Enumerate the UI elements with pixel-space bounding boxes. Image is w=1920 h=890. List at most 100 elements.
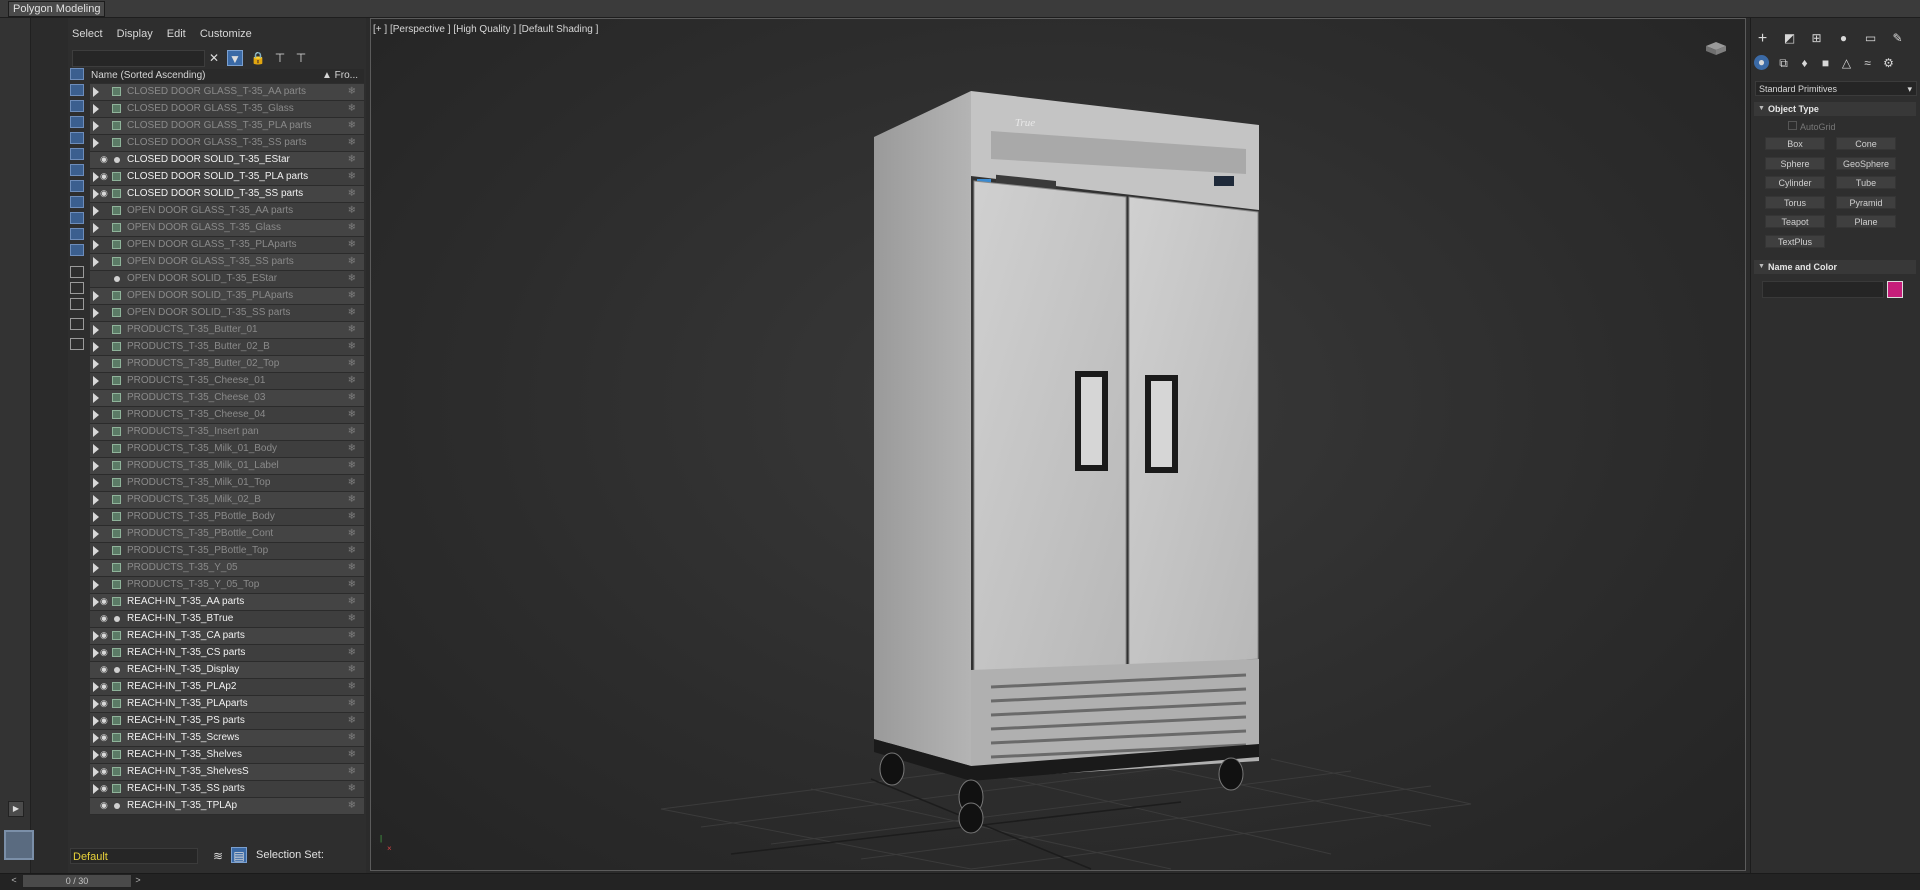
explorer-row[interactable]: ◉ REACH-IN_T-35_Screws ❄ <box>90 730 364 747</box>
expand-arrow-icon[interactable] <box>93 121 99 131</box>
explorer-row[interactable]: ◉ REACH-IN_T-35_BTrue ❄ <box>90 611 364 628</box>
explorer-row[interactable]: PRODUCTS_T-35_PBottle_Body ❄ <box>90 509 364 526</box>
scene-explorer-toggle-icon[interactable]: ▤ <box>231 847 247 863</box>
explorer-row[interactable]: ◉ REACH-IN_T-35_CA parts ❄ <box>90 628 364 645</box>
freeze-icon[interactable]: ❄ <box>348 307 356 318</box>
explorer-row[interactable]: PRODUCTS_T-35_Cheese_04 ❄ <box>90 407 364 424</box>
modify-tab-icon[interactable]: ◩ <box>1781 30 1798 47</box>
create-tab-icon[interactable]: + <box>1754 30 1771 47</box>
expand-arrow-icon[interactable] <box>93 784 99 794</box>
freeze-icon[interactable]: ❄ <box>348 528 356 539</box>
freeze-icon[interactable]: ❄ <box>348 154 356 165</box>
display-all-icon[interactable] <box>70 266 84 278</box>
explorer-row[interactable]: PRODUCTS_T-35_Insert pan ❄ <box>90 424 364 441</box>
object-name-input[interactable] <box>1762 281 1884 298</box>
viewcube-icon[interactable] <box>1704 40 1728 56</box>
plane-button[interactable]: Plane <box>1836 215 1896 228</box>
freeze-icon[interactable]: ❄ <box>348 579 356 590</box>
freeze-icon[interactable]: ❄ <box>348 732 356 743</box>
box-button[interactable]: Box <box>1765 137 1825 150</box>
expand-arrow-icon[interactable] <box>93 512 99 522</box>
visibility-eye-icon[interactable]: ◉ <box>100 172 110 181</box>
freeze-icon[interactable]: ❄ <box>348 749 356 760</box>
explorer-row[interactable]: PRODUCTS_T-35_Cheese_03 ❄ <box>90 390 364 407</box>
freeze-icon[interactable]: ❄ <box>348 630 356 641</box>
expand-arrow-icon[interactable] <box>93 716 99 726</box>
expand-arrow-icon[interactable] <box>93 87 99 97</box>
textplus-button[interactable]: TextPlus <box>1765 235 1825 248</box>
explorer-row[interactable]: PRODUCTS_T-35_Milk_01_Label ❄ <box>90 458 364 475</box>
systems-category-icon[interactable]: ⚙ <box>1880 55 1897 72</box>
freeze-icon[interactable]: ❄ <box>348 443 356 454</box>
explorer-row[interactable]: CLOSED DOOR GLASS_T-35_SS parts ❄ <box>90 135 364 152</box>
expand-arrow-icon[interactable] <box>93 495 99 505</box>
teapot-button[interactable]: Teapot <box>1765 215 1825 228</box>
freeze-icon[interactable]: ❄ <box>348 715 356 726</box>
expand-arrow-icon[interactable] <box>93 597 99 607</box>
utilities-tab-icon[interactable]: ✎ <box>1889 30 1906 47</box>
explorer-row[interactable]: PRODUCTS_T-35_Milk_01_Body ❄ <box>90 441 364 458</box>
freeze-icon[interactable]: ❄ <box>348 494 356 505</box>
cone-button[interactable]: Cone <box>1836 137 1896 150</box>
expand-arrow-icon[interactable] <box>93 767 99 777</box>
expand-arrow-icon[interactable] <box>93 648 99 658</box>
hierarchy-tab-icon[interactable]: ⊞ <box>1808 30 1825 47</box>
freeze-icon[interactable]: ❄ <box>348 596 356 607</box>
light-filter-icon[interactable] <box>70 100 84 112</box>
freeze-icon[interactable]: ❄ <box>348 613 356 624</box>
freeze-icon[interactable]: ❄ <box>348 545 356 556</box>
visibility-eye-icon[interactable]: ◉ <box>100 682 110 691</box>
expand-arrow-icon[interactable] <box>93 308 99 318</box>
freeze-icon[interactable]: ❄ <box>348 562 356 573</box>
explorer-row[interactable]: ◉ REACH-IN_T-35_ShelvesS ❄ <box>90 764 364 781</box>
viewport-label-menu[interactable]: [+ ] [Perspective ] [High Quality ] [Def… <box>373 24 598 35</box>
filter-icon[interactable]: ▼ <box>227 50 243 66</box>
freeze-icon[interactable]: ❄ <box>348 103 356 114</box>
explorer-row[interactable]: CLOSED DOOR GLASS_T-35_AA parts ❄ <box>90 84 364 101</box>
freeze-icon[interactable]: ❄ <box>348 290 356 301</box>
shapes-category-icon[interactable]: ⧉ <box>1775 55 1792 72</box>
expand-arrow-icon[interactable] <box>93 546 99 556</box>
pyramid-button[interactable]: Pyramid <box>1836 196 1896 209</box>
expand-arrow-icon[interactable] <box>93 189 99 199</box>
explorer-row[interactable]: OPEN DOOR GLASS_T-35_PLAparts ❄ <box>90 237 364 254</box>
visibility-eye-icon[interactable]: ◉ <box>100 648 110 657</box>
freeze-icon[interactable]: ❄ <box>348 120 356 131</box>
expand-arrow-icon[interactable] <box>93 223 99 233</box>
expand-arrow-icon[interactable] <box>93 257 99 267</box>
explorer-row[interactable]: ◉ REACH-IN_T-35_PLAp2 ❄ <box>90 679 364 696</box>
explorer-row[interactable]: ◉ CLOSED DOOR SOLID_T-35_EStar ❄ <box>90 152 364 169</box>
explorer-row[interactable]: ◉ REACH-IN_T-35_Display ❄ <box>90 662 364 679</box>
visibility-eye-icon[interactable]: ◉ <box>100 784 110 793</box>
explorer-row[interactable]: OPEN DOOR SOLID_T-35_EStar ❄ <box>90 271 364 288</box>
next-frame-icon[interactable]: > <box>133 874 143 886</box>
freeze-icon[interactable]: ❄ <box>348 358 356 369</box>
explorer-row[interactable]: ◉ CLOSED DOOR SOLID_T-35_SS parts ❄ <box>90 186 364 203</box>
explorer-row[interactable]: ◉ CLOSED DOOR SOLID_T-35_PLA parts ❄ <box>90 169 364 186</box>
freeze-icon[interactable]: ❄ <box>348 766 356 777</box>
geosphere-button[interactable]: GeoSphere <box>1836 157 1896 170</box>
select-children-icon[interactable] <box>70 338 84 350</box>
expand-arrow-icon[interactable] <box>93 325 99 335</box>
explorer-row[interactable]: OPEN DOOR GLASS_T-35_AA parts ❄ <box>90 203 364 220</box>
freeze-icon[interactable]: ❄ <box>348 392 356 403</box>
explorer-row[interactable]: CLOSED DOOR GLASS_T-35_PLA parts ❄ <box>90 118 364 135</box>
freeze-icon[interactable]: ❄ <box>348 171 356 182</box>
prev-frame-icon[interactable]: < <box>9 874 19 886</box>
primitive-category-dropdown[interactable]: Standard Primitives ▾ <box>1755 81 1917 96</box>
display-none-icon[interactable] <box>70 282 84 294</box>
explorer-row[interactable]: ◉ REACH-IN_T-35_Shelves ❄ <box>90 747 364 764</box>
expand-arrow-icon[interactable] <box>93 342 99 352</box>
layers-icon[interactable]: ≋ <box>210 848 226 864</box>
freeze-icon[interactable]: ❄ <box>348 477 356 488</box>
sphere-button[interactable]: Sphere <box>1765 157 1825 170</box>
menu-display[interactable]: Display <box>117 28 153 40</box>
explorer-row[interactable]: OPEN DOOR GLASS_T-35_SS parts ❄ <box>90 254 364 271</box>
expand-arrow-icon[interactable] <box>93 206 99 216</box>
freeze-icon[interactable]: ❄ <box>348 681 356 692</box>
menu-customize[interactable]: Customize <box>200 28 252 40</box>
freeze-icon[interactable]: ❄ <box>348 698 356 709</box>
explorer-row[interactable]: PRODUCTS_T-35_Y_05_Top ❄ <box>90 577 364 594</box>
expand-arrow-icon[interactable] <box>93 563 99 573</box>
tube-button[interactable]: Tube <box>1836 176 1896 189</box>
